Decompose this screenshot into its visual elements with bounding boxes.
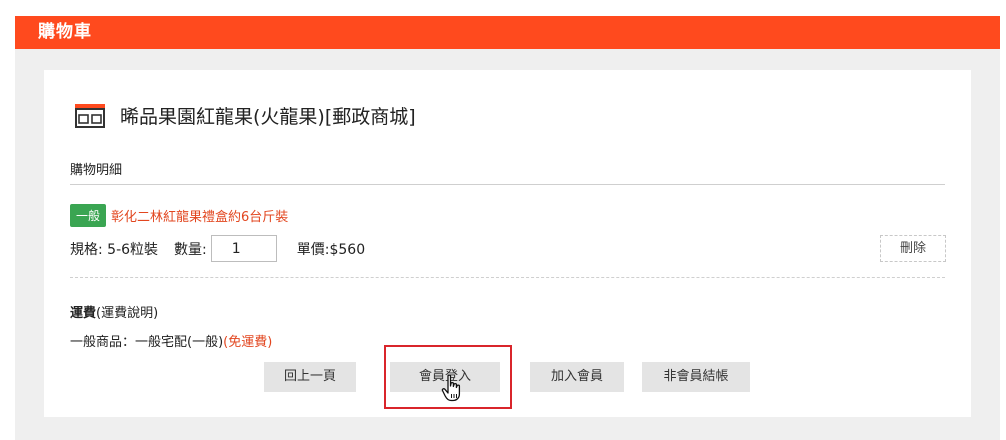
quantity-input[interactable] — [210, 235, 277, 262]
product-spec-row: 規格: 5-6粒裝 數量: 單價:$560 — [70, 235, 365, 262]
hand-cursor-icon — [441, 374, 461, 402]
shipping-info: 一般商品：一般宅配(一般)(免運費) — [70, 331, 272, 350]
shipping-method: 一般商品：一般宅配(一般) — [70, 335, 224, 350]
store-icon — [75, 103, 105, 128]
store-card: 晞品果園紅龍果(火龍果)[郵政商城] 購物明細 一般 彰化二林紅龍果禮盒約6台斤… — [44, 70, 971, 417]
product-row: 一般 彰化二林紅龍果禮盒約6台斤裝 — [70, 204, 288, 227]
purchase-details-title: 購物明細 — [70, 159, 945, 185]
quantity-label: 數量: — [174, 241, 207, 258]
page-title: 購物車 — [15, 16, 1000, 49]
store-header: 晞品果園紅龍果(火龍果)[郵政商城] — [74, 102, 416, 129]
free-shipping-note: (免運費) — [223, 335, 273, 350]
back-button[interactable]: 回上一頁 — [264, 362, 356, 392]
guest-checkout-button[interactable]: 非會員結帳 — [642, 362, 750, 392]
cart-panel: 購物車 晞品果園紅龍果(火龍果)[郵政商城] 購物明細 一般 彰化二林紅龍果禮盒… — [15, 16, 1000, 440]
shipping-label: 運費 — [70, 306, 97, 321]
join-member-button[interactable]: 加入會員 — [530, 362, 624, 392]
divider — [70, 277, 945, 278]
shipping-note-link[interactable]: (運費說明) — [96, 306, 158, 321]
shipping-title: 運費(運費說明) — [70, 302, 158, 321]
product-spec: 規格: 5-6粒裝 — [70, 241, 159, 258]
delete-button[interactable]: 刪除 — [880, 235, 946, 262]
unit-price: 單價:$560 — [296, 241, 366, 258]
product-name-link[interactable]: 彰化二林紅龍果禮盒約6台斤裝 — [111, 206, 288, 225]
product-type-badge: 一般 — [70, 204, 107, 227]
store-name[interactable]: 晞品果園紅龍果(火龍果)[郵政商城] — [120, 102, 416, 129]
